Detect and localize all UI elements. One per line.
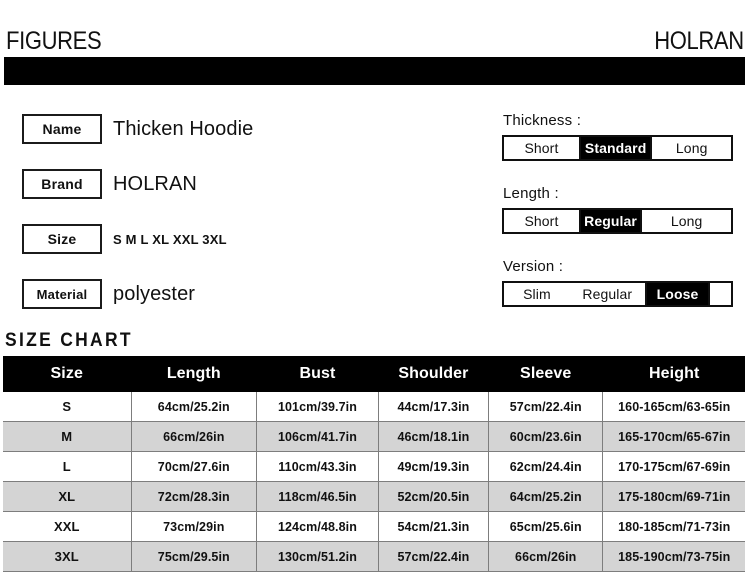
option-length-long[interactable]: Long [640, 210, 731, 232]
size-chart-col-length: Length [130, 356, 257, 392]
spec-row-material: Material polyester [0, 275, 470, 330]
spec-value-brand: HOLRAN [113, 172, 197, 195]
option-length-regular[interactable]: Regular [578, 210, 641, 232]
option-thickness-short[interactable]: Short [504, 137, 579, 159]
spec-value-size: S M L XL XXL 3XL [113, 231, 227, 247]
size-chart-head: Size Length Bust Shoulder Sleeve Height [3, 356, 745, 392]
size-chart-cell: 73cm/29in [130, 511, 257, 542]
table-row: XXL 73cm/29in 124cm/48.8in 54cm/21.3in 65cm/… [3, 511, 745, 542]
spec-row-size: Size S M L XL XXL 3XL [0, 220, 470, 275]
size-chart-col-bust: Bust [256, 356, 379, 392]
option-group-version: Version : Slim Regular Loose [502, 258, 734, 307]
size-chart-cell: 124cm/48.8in [256, 511, 379, 542]
size-chart-cell: 60cm/23.6in [487, 421, 603, 452]
size-chart-cell: 57cm/22.4in [487, 392, 603, 422]
size-chart-row-size: M [3, 421, 131, 452]
size-chart-cell: 64cm/25.2in [130, 392, 257, 422]
size-chart-cell: 49cm/19.3in [377, 451, 489, 482]
option-version-empty[interactable] [708, 283, 731, 305]
size-chart-cell: 65cm/25.6in [487, 511, 603, 542]
size-chart-heading: SIZE CHART [5, 330, 133, 351]
size-chart-cell: 106cm/41.7in [256, 421, 379, 452]
option-bar-thickness: Short Standard Long [502, 135, 733, 161]
size-chart-cell: 66cm/26in [130, 421, 257, 452]
size-chart-col-height: Height [602, 356, 745, 392]
size-chart-cell: 66cm/26in [487, 541, 603, 572]
size-chart-col-size: Size [3, 356, 131, 392]
size-chart-cell: 160-165cm/63-65in [602, 392, 745, 422]
option-group-thickness: Thickness : Short Standard Long [502, 112, 734, 161]
size-chart-cell: 75cm/29.5in [130, 541, 257, 572]
size-chart-cell: 175-180cm/69-71in [602, 481, 745, 512]
size-chart-cell: 70cm/27.6in [130, 451, 257, 482]
size-chart-cell: 57cm/22.4in [377, 541, 489, 572]
table-row: XL 72cm/28.3in 118cm/46.5in 52cm/20.5in 64cm… [3, 481, 745, 512]
size-chart-row-size: XL [3, 481, 131, 512]
product-options-panel: Thickness : Short Standard Long Length : Shor… [502, 112, 734, 331]
option-version-regular[interactable]: Regular [569, 283, 645, 305]
header-divider-bar [4, 57, 745, 85]
spec-value-name: Thicken Hoodie [113, 117, 254, 140]
size-chart-row-size: S [3, 392, 131, 422]
size-chart-header-row: Size Length Bust Shoulder Sleeve Height [3, 356, 745, 392]
spec-label-size: Size [22, 224, 102, 254]
table-row: S 64cm/25.2in 101cm/39.7in 44cm/17.3in 57cm/… [3, 392, 745, 422]
table-row: L 70cm/27.6in 110cm/43.3in 49cm/19.3in 62cm/… [3, 451, 745, 482]
table-row: M 66cm/26in 106cm/41.7in 46cm/18.1in 60cm/23… [3, 421, 745, 452]
table-row: 3XL 75cm/29.5in 130cm/51.2in 57cm/22.4in 66c… [3, 541, 745, 572]
spec-value-material: polyester [113, 282, 196, 305]
size-chart-cell: 44cm/17.3in [377, 392, 489, 422]
page-header: FIGURES HOLRAN [0, 26, 748, 56]
size-chart-cell: 118cm/46.5in [256, 481, 379, 512]
size-chart-cell: 101cm/39.7in [256, 392, 379, 422]
spec-row-name: Name Thicken Hoodie [0, 110, 470, 165]
option-bar-length: Short Regular Long [502, 208, 733, 234]
option-thickness-standard[interactable]: Standard [578, 137, 651, 159]
page-title: FIGURES [6, 27, 102, 55]
option-version-loose[interactable]: Loose [644, 283, 709, 305]
brand-wordmark: HOLRAN [654, 27, 744, 55]
spec-label-brand: Brand [22, 169, 102, 199]
size-chart-cell: 52cm/20.5in [377, 481, 489, 512]
size-chart-cell: 46cm/18.1in [377, 421, 489, 452]
size-chart-cell: 170-175cm/67-69in [602, 451, 745, 482]
size-chart-cell: 62cm/24.4in [487, 451, 603, 482]
option-group-label-version: Version : [503, 258, 564, 275]
size-chart-cell: 180-185cm/71-73in [602, 511, 745, 542]
option-version-slim[interactable]: Slim [504, 283, 570, 305]
size-chart-row-size: L [3, 451, 131, 482]
size-chart-cell: 64cm/25.2in [487, 481, 603, 512]
size-chart-cell: 54cm/21.3in [377, 511, 489, 542]
size-chart-cell: 72cm/28.3in [130, 481, 257, 512]
spec-label-name: Name [22, 114, 102, 144]
option-group-label-thickness: Thickness : [503, 112, 582, 129]
product-spec-list: Name Thicken Hoodie Brand HOLRAN Size S M L X… [0, 110, 470, 330]
size-chart-col-shoulder: Shoulder [377, 356, 489, 392]
size-chart-cell: 130cm/51.2in [256, 541, 379, 572]
option-group-length: Length : Short Regular Long [502, 185, 734, 234]
spec-label-material: Material [22, 279, 102, 309]
size-chart-col-sleeve: Sleeve [487, 356, 603, 392]
size-chart-table: Size Length Bust Shoulder Sleeve Height S 64cm… [3, 356, 745, 572]
spec-row-brand: Brand HOLRAN [0, 165, 470, 220]
size-chart-body: S 64cm/25.2in 101cm/39.7in 44cm/17.3in 57cm/… [3, 392, 745, 572]
option-length-short[interactable]: Short [504, 210, 579, 232]
size-chart-row-size: XXL [3, 511, 131, 542]
option-thickness-long[interactable]: Long [650, 137, 731, 159]
size-chart-cell: 110cm/43.3in [256, 451, 379, 482]
option-group-label-length: Length : [503, 185, 559, 202]
size-chart-cell: 185-190cm/73-75in [602, 541, 745, 572]
option-bar-version: Slim Regular Loose [502, 281, 733, 307]
size-chart-cell: 165-170cm/65-67in [602, 421, 745, 452]
size-chart-row-size: 3XL [3, 541, 131, 572]
